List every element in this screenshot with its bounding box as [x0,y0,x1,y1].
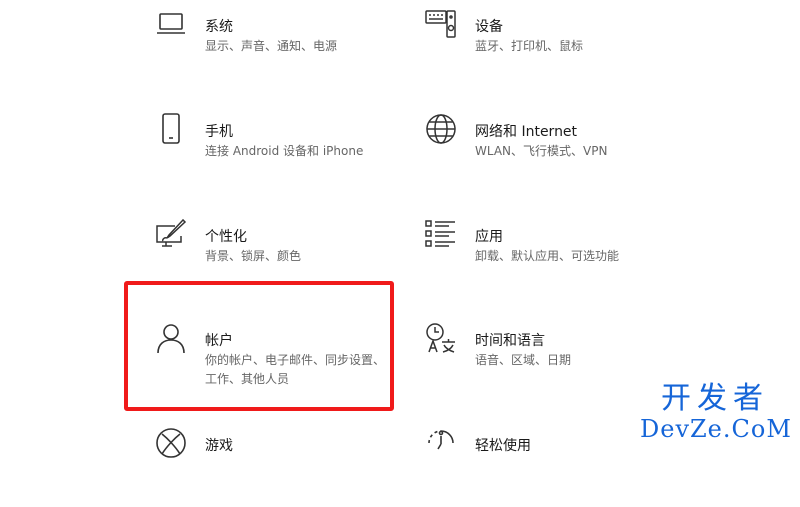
ease-of-access-icon [425,427,457,459]
watermark-line2: DevZe.CoM [640,415,792,443]
tile-gaming[interactable]: 游戏 [155,427,415,507]
tile-devices[interactable]: 设备 蓝牙、打印机、鼠标 [425,8,685,88]
tile-system[interactable]: 系统 显示、声音、通知、电源 [155,8,415,88]
globe-icon [425,113,457,145]
tile-title: 手机 [205,124,233,140]
tile-phone[interactable]: 手机 连接 Android 设备和 iPhone [155,113,415,193]
highlight-box [124,281,394,411]
tile-description: 连接 Android 设备和 iPhone [205,144,364,158]
scrollbar-track[interactable] [794,0,800,450]
laptop-icon [155,8,187,40]
tile-title: 轻松使用 [475,438,531,454]
xbox-icon [155,427,187,459]
tile-description: 背景、锁屏、颜色 [205,249,302,263]
time-language-icon [425,322,457,354]
tile-title: 游戏 [205,438,233,454]
paint-monitor-icon [155,218,187,250]
tile-title: 时间和语言 [475,333,545,349]
tile-description: 语音、区域、日期 [475,353,572,367]
tile-description: WLAN、飞行模式、VPN [475,144,608,158]
tile-network[interactable]: 网络和 Internet WLAN、飞行模式、VPN [425,113,685,193]
watermark: 开发者 DevZe.CoM [640,381,792,443]
tile-title: 网络和 Internet [475,124,578,140]
apps-list-icon [425,218,457,250]
phone-icon [155,113,187,145]
watermark-line1: 开发者 [661,381,769,416]
tile-description: 显示、声音、通知、电源 [205,39,338,53]
tile-title: 应用 [475,229,503,245]
keyboard-speaker-icon [425,8,457,40]
tile-title: 个性化 [205,229,247,245]
tile-description: 蓝牙、打印机、鼠标 [475,39,584,53]
tile-title: 系统 [205,19,233,35]
tile-description: 卸载、默认应用、可选功能 [475,249,620,263]
tile-apps[interactable]: 应用 卸载、默认应用、可选功能 [425,218,685,298]
tile-title: 设备 [475,19,503,35]
